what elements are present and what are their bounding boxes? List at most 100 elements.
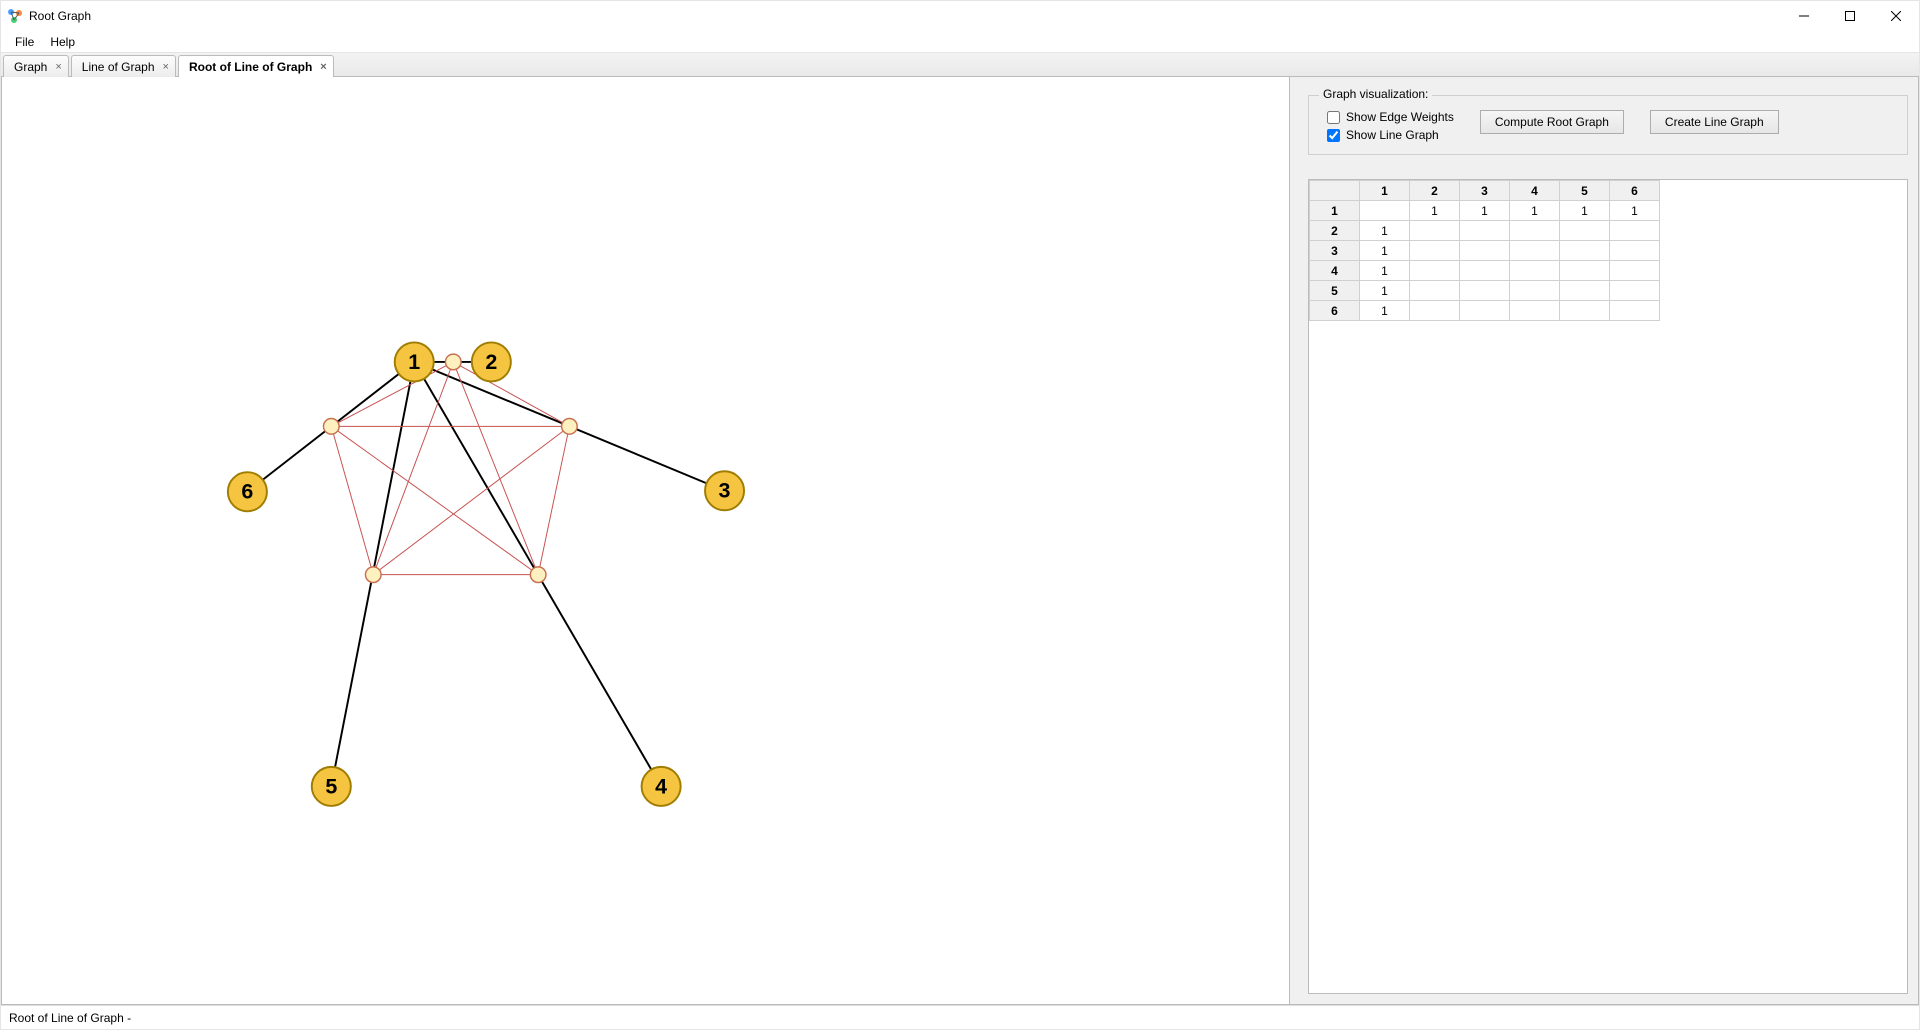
- line-node[interactable]: [445, 354, 461, 370]
- adj-cell[interactable]: 1: [1610, 201, 1660, 221]
- adj-cell[interactable]: [1510, 301, 1560, 321]
- line-edge: [331, 362, 453, 426]
- adj-cell[interactable]: [1510, 281, 1560, 301]
- adj-row-head[interactable]: 5: [1310, 281, 1360, 301]
- graph-canvas[interactable]: 1 2 3 4 5 6: [1, 77, 1289, 1005]
- adj-row-head[interactable]: 1: [1310, 201, 1360, 221]
- checkbox-input-edge-weights[interactable]: [1327, 111, 1340, 124]
- adj-row-head[interactable]: 4: [1310, 261, 1360, 281]
- checkbox-label-line-graph: Show Line Graph: [1346, 128, 1439, 142]
- menu-help[interactable]: Help: [42, 32, 83, 52]
- compute-root-graph-button[interactable]: Compute Root Graph: [1480, 110, 1624, 134]
- node-1[interactable]: 1: [395, 342, 434, 381]
- adj-cell[interactable]: 1: [1360, 241, 1410, 261]
- create-line-graph-button[interactable]: Create Line Graph: [1650, 110, 1779, 134]
- adj-cell[interactable]: [1510, 241, 1560, 261]
- node-2[interactable]: 2: [472, 342, 511, 381]
- adj-cell[interactable]: [1410, 241, 1460, 261]
- tab-2[interactable]: Root of Line of Graph ×: [178, 55, 334, 77]
- adj-cell[interactable]: [1610, 301, 1660, 321]
- line-node[interactable]: [530, 567, 546, 583]
- checkbox-input-line-graph[interactable]: [1327, 129, 1340, 142]
- adj-cell[interactable]: [1410, 221, 1460, 241]
- adj-cell[interactable]: 1: [1560, 201, 1610, 221]
- svg-text:1: 1: [408, 350, 420, 374]
- adj-col-head[interactable]: 3: [1460, 181, 1510, 201]
- adj-cell[interactable]: [1560, 241, 1610, 261]
- tab-label: Root of Line of Graph: [189, 60, 312, 74]
- minimize-button[interactable]: [1781, 1, 1827, 31]
- adj-cell[interactable]: [1610, 281, 1660, 301]
- close-button[interactable]: [1873, 1, 1919, 31]
- adj-cell[interactable]: [1560, 281, 1610, 301]
- adj-col-head[interactable]: 2: [1410, 181, 1460, 201]
- checkbox-show-line-graph[interactable]: Show Line Graph: [1327, 128, 1454, 142]
- adj-col-head[interactable]: 4: [1510, 181, 1560, 201]
- adj-cell[interactable]: [1460, 301, 1510, 321]
- adj-col-head[interactable]: 1: [1360, 181, 1410, 201]
- groupbox-legend: Graph visualization:: [1319, 87, 1432, 101]
- minimize-icon: [1799, 11, 1809, 21]
- line-edge: [373, 426, 569, 574]
- node-5[interactable]: 5: [312, 767, 351, 806]
- adjacency-table: 1234561111112131415161: [1309, 180, 1660, 321]
- tab-close-icon[interactable]: ×: [55, 61, 61, 73]
- adj-cell[interactable]: 1: [1410, 201, 1460, 221]
- line-edge: [331, 426, 538, 574]
- visualization-groupbox: Graph visualization: Show Edge Weights S…: [1308, 95, 1908, 155]
- adj-cell[interactable]: [1560, 261, 1610, 281]
- adj-cell[interactable]: [1510, 261, 1560, 281]
- adj-cell[interactable]: [1360, 201, 1410, 221]
- menu-file[interactable]: File: [7, 32, 42, 52]
- svg-text:5: 5: [325, 774, 337, 798]
- adj-cell[interactable]: 1: [1460, 201, 1510, 221]
- adj-col-head[interactable]: 6: [1610, 181, 1660, 201]
- adj-cell[interactable]: 1: [1360, 221, 1410, 241]
- line-node[interactable]: [365, 567, 381, 583]
- adj-row-head[interactable]: 2: [1310, 221, 1360, 241]
- adj-col-head[interactable]: 5: [1560, 181, 1610, 201]
- adj-cell[interactable]: 1: [1360, 301, 1410, 321]
- adj-corner: [1310, 181, 1360, 201]
- tab-close-icon[interactable]: ×: [320, 61, 326, 73]
- adj-cell[interactable]: [1610, 261, 1660, 281]
- adj-cell[interactable]: [1460, 221, 1510, 241]
- line-edge: [453, 362, 569, 426]
- adj-cell[interactable]: [1560, 221, 1610, 241]
- side-panel: Graph visualization: Show Edge Weights S…: [1289, 77, 1919, 1005]
- adj-cell[interactable]: 1: [1360, 261, 1410, 281]
- adj-cell[interactable]: [1460, 241, 1510, 261]
- checkbox-label-edge-weights: Show Edge Weights: [1346, 110, 1454, 124]
- adj-cell[interactable]: [1410, 281, 1460, 301]
- maximize-button[interactable]: [1827, 1, 1873, 31]
- table-row: 21: [1310, 221, 1660, 241]
- adj-cell[interactable]: [1610, 241, 1660, 261]
- node-4[interactable]: 4: [642, 767, 681, 806]
- adj-cell[interactable]: [1560, 301, 1610, 321]
- close-icon: [1891, 11, 1901, 21]
- adj-cell[interactable]: [1410, 261, 1460, 281]
- adj-cell[interactable]: [1510, 221, 1560, 241]
- node-3[interactable]: 3: [705, 471, 744, 510]
- app-icon: [7, 8, 23, 24]
- node-6[interactable]: 6: [228, 472, 267, 511]
- menubar: File Help: [1, 31, 1919, 53]
- line-node[interactable]: [323, 419, 339, 435]
- line-edge: [373, 362, 453, 575]
- adj-cell[interactable]: [1460, 261, 1510, 281]
- adjacency-table-container[interactable]: 1234561111112131415161: [1308, 179, 1908, 994]
- statusbar-text: Root of Line of Graph -: [9, 1011, 131, 1025]
- line-node[interactable]: [562, 419, 578, 435]
- adj-row-head[interactable]: 6: [1310, 301, 1360, 321]
- tab-0[interactable]: Graph×: [3, 55, 69, 77]
- adj-cell[interactable]: [1610, 221, 1660, 241]
- checkbox-show-edge-weights[interactable]: Show Edge Weights: [1327, 110, 1454, 124]
- adj-cell[interactable]: [1460, 281, 1510, 301]
- tabstrip: Graph×Line of Graph×Root of Line of Grap…: [1, 53, 1919, 77]
- adj-cell[interactable]: 1: [1510, 201, 1560, 221]
- tab-1[interactable]: Line of Graph×: [71, 55, 176, 77]
- adj-cell[interactable]: [1410, 301, 1460, 321]
- adj-cell[interactable]: 1: [1360, 281, 1410, 301]
- adj-row-head[interactable]: 3: [1310, 241, 1360, 261]
- tab-close-icon[interactable]: ×: [163, 61, 169, 73]
